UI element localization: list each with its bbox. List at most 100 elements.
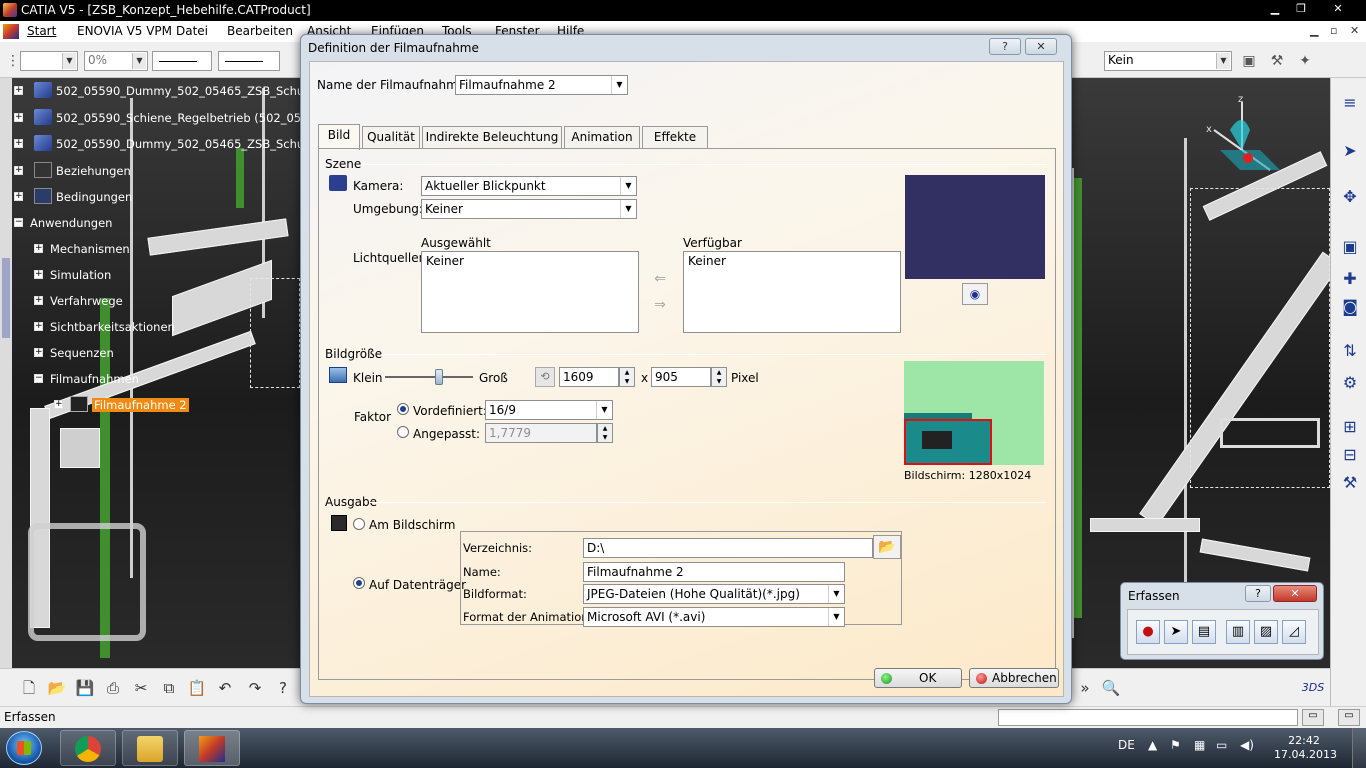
expand-icon[interactable]: + bbox=[34, 348, 43, 357]
environment-combo[interactable]: Keiner ▼ bbox=[421, 199, 637, 219]
grid-icon[interactable]: ⊞ bbox=[1339, 416, 1361, 438]
predefined-combo[interactable]: 16/9 ▼ bbox=[485, 400, 613, 420]
cut-icon[interactable]: ✂ bbox=[130, 677, 152, 699]
save-icon[interactable]: 💾 bbox=[74, 677, 96, 699]
select-arrow-icon[interactable]: ➤ bbox=[1339, 140, 1361, 162]
doc-minimize-button[interactable]: ▁ bbox=[1310, 24, 1318, 37]
product-box-icon[interactable]: ▣ bbox=[1339, 236, 1361, 258]
doc-close-button[interactable]: ✕ bbox=[1350, 24, 1359, 37]
close-button[interactable]: ✕ bbox=[1318, 1, 1358, 17]
menu-enovia[interactable]: ENOVIA V5 VPM bbox=[77, 24, 172, 38]
tab-qualitaet[interactable]: Qualität bbox=[362, 126, 420, 148]
network-icon[interactable]: ▦ bbox=[1194, 738, 1205, 752]
paste-icon[interactable]: 📋 bbox=[186, 677, 208, 699]
expand-icon[interactable]: + bbox=[34, 244, 43, 253]
expand-icon[interactable]: + bbox=[34, 270, 43, 279]
fly-icon[interactable]: » bbox=[1074, 677, 1096, 699]
move-left-arrow-icon[interactable]: ⇐ bbox=[643, 272, 677, 286]
start-menu-icon[interactable] bbox=[3, 24, 19, 39]
collapse-icon[interactable]: − bbox=[14, 218, 23, 227]
lock-ratio-icon[interactable]: ⟲ bbox=[535, 367, 555, 387]
file-name-input[interactable]: Filmaufnahme 2 bbox=[583, 562, 845, 582]
predefined-radio[interactable] bbox=[397, 403, 409, 415]
movie-name-combo[interactable]: Filmaufnahme 2 ▼ bbox=[455, 75, 628, 95]
ok-button[interactable]: OK bbox=[874, 668, 962, 688]
tab-animation[interactable]: Animation bbox=[564, 126, 640, 148]
flag-icon[interactable]: ⚑ bbox=[1170, 738, 1181, 752]
record-icon[interactable]: ● bbox=[1136, 620, 1160, 644]
directory-input[interactable]: D:\ bbox=[583, 538, 873, 558]
animation-format-combo[interactable]: Microsoft AVI (*.avi) ▼ bbox=[583, 607, 845, 627]
tab-indirekte-beleuchtung[interactable]: Indirekte Beleuchtung bbox=[422, 126, 562, 148]
menu-start[interactable]: Start bbox=[27, 24, 56, 38]
taskbar-chrome[interactable] bbox=[60, 730, 116, 766]
copy-icon[interactable]: ⧉ bbox=[158, 677, 180, 699]
capture-close-button[interactable]: ✕ bbox=[1273, 585, 1317, 602]
monitor-icon[interactable]: ▭ bbox=[1216, 738, 1227, 752]
image-size-slider[interactable] bbox=[385, 367, 473, 387]
doc-restore-button[interactable]: ▫ bbox=[1330, 24, 1337, 37]
width-stepper[interactable]: ▲ ▼ bbox=[619, 367, 635, 387]
show-desktop-button[interactable] bbox=[1352, 728, 1366, 768]
volume-icon[interactable]: ◀) bbox=[1240, 738, 1254, 752]
linetype-combo[interactable] bbox=[218, 51, 280, 71]
compass-icon[interactable]: z x bbox=[1190, 90, 1310, 190]
pin-icon[interactable]: ✦ bbox=[1296, 52, 1314, 70]
command-input[interactable] bbox=[998, 709, 1298, 726]
scrollbar-thumb[interactable] bbox=[2, 258, 10, 338]
tab-bild[interactable]: Bild bbox=[318, 124, 360, 150]
expand-icon[interactable]: + bbox=[14, 139, 23, 148]
expand-icon[interactable]: + bbox=[34, 322, 43, 331]
transparency-combo[interactable]: 0% ▼ bbox=[84, 51, 148, 71]
tab-effekte[interactable]: Effekte bbox=[642, 126, 708, 148]
hammer-icon[interactable]: ⚒ bbox=[1339, 472, 1361, 494]
menu-datei[interactable]: Datei bbox=[176, 24, 208, 38]
custom-ratio-input[interactable]: 1,7779 bbox=[485, 423, 597, 443]
linewidth-combo[interactable] bbox=[152, 51, 212, 71]
clock[interactable]: 22:42 17.04.2013 bbox=[1274, 734, 1337, 762]
move-icon[interactable]: ✚ bbox=[1339, 268, 1361, 290]
camera-icon[interactable]: ◙ bbox=[1339, 296, 1361, 318]
select-arrow-icon[interactable]: ➤ bbox=[1164, 620, 1188, 644]
preview-eye-icon[interactable]: ◉ bbox=[962, 283, 988, 305]
expand-icon[interactable]: + bbox=[14, 86, 23, 95]
image-icon[interactable]: ▨ bbox=[1254, 620, 1278, 644]
grid-snap-icon[interactable]: ⊟ bbox=[1339, 444, 1361, 466]
open-folder-icon[interactable]: 📂 bbox=[46, 677, 68, 699]
tray-arrow-icon[interactable]: ▲ bbox=[1148, 738, 1157, 752]
manipulate-icon[interactable]: ⇅ bbox=[1339, 340, 1361, 362]
expand-icon[interactable]: + bbox=[14, 113, 23, 122]
expand-icon[interactable]: + bbox=[54, 400, 63, 409]
on-screen-radio[interactable] bbox=[353, 518, 365, 530]
status-button[interactable]: ▭ bbox=[1302, 709, 1324, 726]
minimize-button[interactable]: ▁ bbox=[1264, 1, 1286, 17]
menu-bearbeiten[interactable]: Bearbeiten bbox=[227, 24, 293, 38]
color-combo[interactable]: ▼ bbox=[20, 51, 78, 71]
image-format-combo[interactable]: JPEG-Dateien (Hohe Qualität)(*.jpg) ▼ bbox=[583, 584, 845, 604]
slider-knob[interactable] bbox=[435, 369, 443, 385]
properties-icon[interactable]: ⚒ bbox=[1268, 52, 1286, 70]
taskbar-explorer[interactable] bbox=[122, 730, 178, 766]
movie-icon[interactable]: ▥ bbox=[1226, 620, 1250, 644]
expand-icon[interactable]: + bbox=[34, 296, 43, 305]
painter-icon[interactable]: ▣ bbox=[1240, 52, 1258, 70]
dialog-close-button[interactable]: ✕ bbox=[1025, 38, 1057, 55]
list-item[interactable]: Keiner bbox=[426, 254, 634, 268]
undo-icon[interactable]: ↶ bbox=[214, 677, 236, 699]
expand-icon[interactable]: + bbox=[14, 192, 23, 201]
layer-combo[interactable]: Kein ▼ bbox=[1104, 51, 1232, 71]
camera-combo[interactable]: Aktueller Blickpunkt ▼ bbox=[421, 176, 637, 196]
selected-lights-list[interactable]: Keiner bbox=[421, 251, 639, 333]
restore-button[interactable]: ❐ bbox=[1290, 1, 1312, 17]
collapse-icon[interactable]: − bbox=[34, 374, 43, 383]
on-disk-radio[interactable] bbox=[353, 577, 365, 589]
cancel-button[interactable]: Abbrechen bbox=[969, 668, 1059, 688]
whats-this-icon[interactable]: ? bbox=[272, 677, 294, 699]
width-input[interactable]: 1609 bbox=[559, 367, 619, 387]
help-button[interactable]: ? bbox=[989, 38, 1021, 55]
move-right-arrow-icon[interactable]: ⇒ bbox=[643, 298, 677, 312]
available-lights-list[interactable]: Keiner bbox=[683, 251, 901, 333]
custom-radio[interactable] bbox=[397, 426, 409, 438]
gear-icon[interactable]: ⚙ bbox=[1339, 372, 1361, 394]
start-orb[interactable] bbox=[6, 731, 42, 765]
